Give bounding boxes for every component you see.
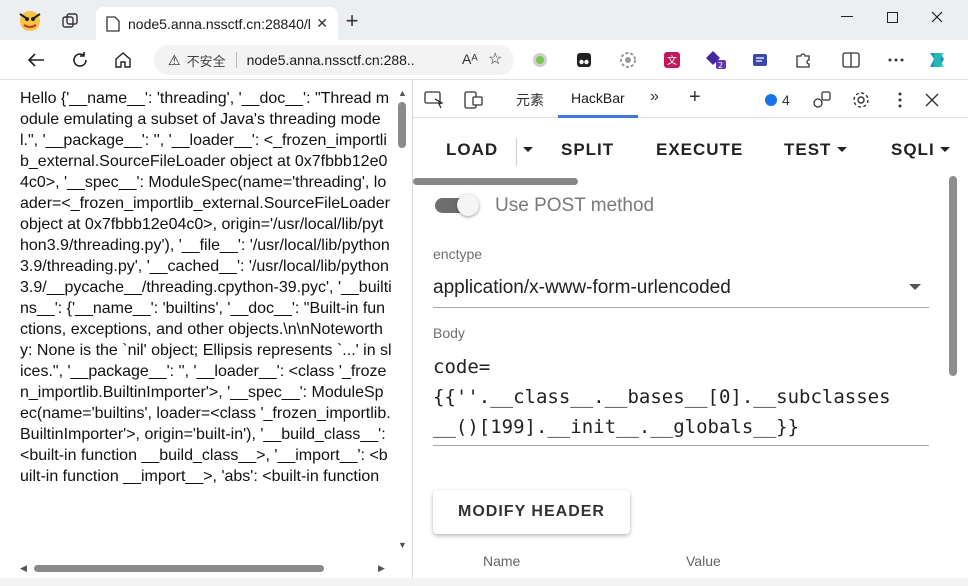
hackbar-menu-scrollbar[interactable]	[413, 178, 578, 185]
device-emulation-icon[interactable]	[463, 89, 485, 111]
issues-count: 4	[782, 92, 790, 108]
hackbar-menu: LOAD SPLIT EXECUTE TEST SQLI	[413, 132, 968, 168]
close-devtools-icon[interactable]	[921, 89, 943, 111]
refresh-icon[interactable]	[67, 48, 93, 72]
devtools-toolbar: 元素 HackBar » + 4	[413, 80, 968, 118]
tab-hackbar[interactable]: HackBar	[571, 90, 625, 106]
home-icon[interactable]	[110, 48, 136, 72]
header-value-column: Value	[686, 553, 721, 569]
page-output-text: Hello {'__name__': 'threading', '__doc__…	[20, 90, 392, 485]
extensions-puzzle-icon[interactable]	[792, 50, 814, 70]
close-window-icon[interactable]	[915, 4, 959, 30]
add-tab-icon[interactable]: +	[689, 86, 701, 109]
warning-icon[interactable]: ⚠	[168, 52, 181, 69]
svg-text:文: 文	[667, 54, 677, 67]
copilot-icon[interactable]	[926, 50, 948, 70]
split-screen-icon[interactable]	[840, 50, 862, 70]
url-text[interactable]: node5.anna.nssctf.cn:288...	[247, 52, 415, 68]
enctype-underline	[433, 307, 929, 308]
scroll-left-arrow-icon[interactable]: ◀	[20, 563, 27, 574]
page-content: Hello {'__name__': 'threading', '__doc__…	[0, 80, 412, 578]
page-icon	[106, 15, 120, 32]
test-button[interactable]: TEST	[784, 140, 831, 160]
body-label: Body	[433, 325, 465, 341]
title-bar: node5.anna.nssctf.cn:28840/level ✕ +	[0, 0, 968, 40]
read-aloud-icon[interactable]: Aᴬ	[462, 51, 478, 67]
extension-blue-icon[interactable]	[749, 50, 771, 70]
more-options-icon[interactable]	[885, 50, 907, 70]
minimize-icon[interactable]	[825, 4, 869, 30]
test-dropdown-icon[interactable]	[837, 147, 847, 152]
more-tabs-chevron-icon[interactable]: »	[650, 88, 659, 106]
extension-badge-icon[interactable]: 2	[705, 50, 727, 70]
address-separator	[235, 52, 237, 68]
extension-translate-icon[interactable]: 文	[661, 50, 683, 70]
load-divider	[516, 138, 517, 166]
page-horizontal-scroll-thumb[interactable]	[34, 565, 324, 572]
settings-gear-icon[interactable]	[850, 89, 872, 111]
devtools-panel: 元素 HackBar » + 4 LOAD SPLIT EXECUTE TEST…	[412, 80, 968, 578]
page-vertical-scroll-thumb[interactable]	[398, 102, 406, 148]
tab-elements[interactable]: 元素	[516, 90, 544, 110]
page-horizontal-scrollbar[interactable]: ◀ ▶	[0, 560, 412, 576]
post-method-label[interactable]: Use POST method	[495, 195, 654, 217]
body-underline	[433, 445, 929, 446]
extension-gear-gray-icon[interactable]	[617, 50, 639, 70]
tab-title: node5.anna.nssctf.cn:28840/level	[128, 15, 311, 32]
address-bar[interactable]: ⚠ 不安全 node5.anna.nssctf.cn:288... Aᴬ ☆	[154, 45, 514, 75]
workspaces-icon[interactable]	[58, 10, 82, 32]
connections-icon[interactable]	[811, 89, 833, 111]
sqli-button[interactable]: SQLI	[891, 140, 935, 160]
load-button[interactable]: LOAD	[446, 140, 498, 160]
maximize-icon[interactable]	[870, 4, 914, 30]
insecure-label[interactable]: 不安全	[187, 51, 226, 70]
hackbar-vertical-scrollbar[interactable]	[949, 176, 957, 376]
scroll-down-arrow-icon[interactable]: ▼	[398, 540, 407, 550]
split-button[interactable]: SPLIT	[561, 140, 614, 160]
inspect-element-icon[interactable]	[423, 89, 445, 111]
favorite-star-icon[interactable]: ☆	[488, 49, 502, 69]
tab-close-icon[interactable]: ✕	[316, 15, 328, 32]
page-vertical-scrollbar[interactable]: ▲ ▼	[396, 88, 407, 558]
svg-text:2: 2	[718, 61, 723, 70]
back-icon[interactable]	[23, 48, 49, 72]
enctype-dropdown-icon[interactable]	[909, 284, 921, 290]
extension-green-dot-icon[interactable]	[529, 50, 551, 70]
address-bar-row: ⚠ 不安全 node5.anna.nssctf.cn:288... Aᴬ ☆ 文…	[0, 40, 968, 80]
execute-button[interactable]: EXECUTE	[656, 140, 743, 160]
new-tab-icon[interactable]: +	[340, 10, 364, 32]
extension-tampermonkey-icon[interactable]	[573, 50, 595, 70]
scroll-up-arrow-icon[interactable]: ▲	[398, 88, 407, 98]
window-bottom-edge	[0, 578, 968, 586]
issues-icon	[765, 94, 777, 106]
browser-tab[interactable]: node5.anna.nssctf.cn:28840/level ✕	[96, 7, 338, 40]
devtools-menu-icon[interactable]	[889, 89, 911, 111]
modify-header-button[interactable]: MODIFY HEADER	[433, 490, 630, 534]
scroll-right-arrow-icon[interactable]: ▶	[378, 563, 385, 574]
sqli-dropdown-icon[interactable]	[940, 147, 950, 152]
toggle-knob	[457, 194, 479, 216]
post-method-toggle[interactable]	[435, 194, 481, 216]
enctype-select[interactable]: application/x-www-form-urlencoded	[433, 277, 731, 299]
active-tab-indicator	[558, 115, 638, 118]
load-dropdown-icon[interactable]	[523, 147, 533, 152]
issues-counter[interactable]: 4	[765, 92, 790, 108]
enctype-label: enctype	[433, 246, 483, 262]
body-textarea[interactable]: code= {{''.__class__.__bases__[0].__subc…	[433, 352, 933, 442]
profile-avatar-icon[interactable]	[18, 10, 42, 32]
header-name-column: Name	[483, 553, 521, 569]
